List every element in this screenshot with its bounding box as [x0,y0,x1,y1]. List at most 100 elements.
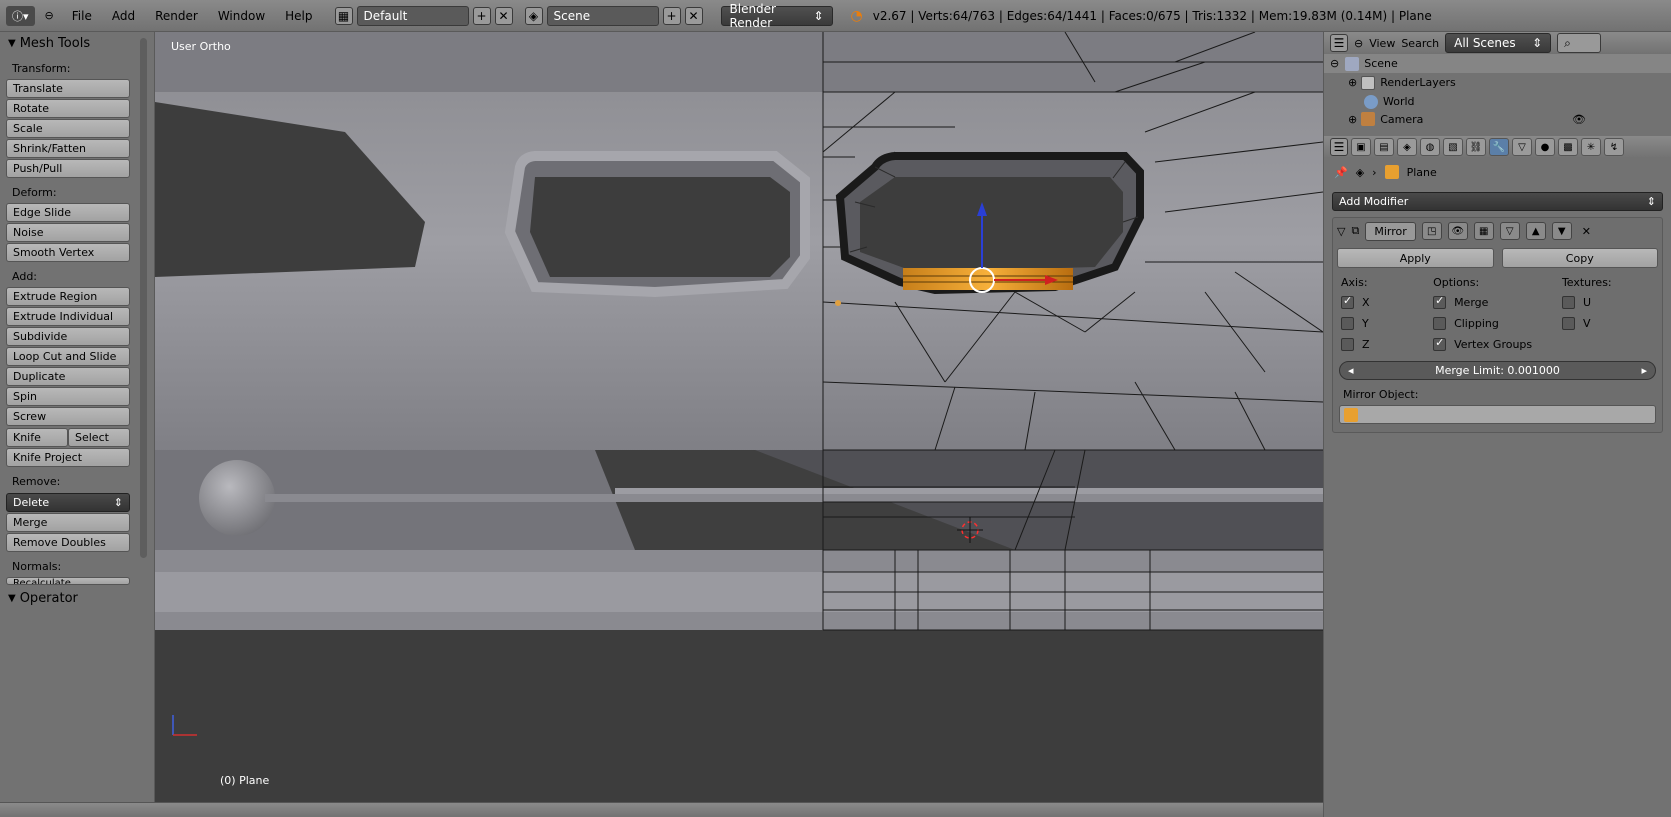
info-editor-icon[interactable]: ⓘ▾ [6,5,35,26]
remove-doubles-button[interactable]: Remove Doubles [6,533,130,552]
menu-add[interactable]: Add [104,9,143,23]
mesh-tools-panel-header[interactable]: ▼ Mesh Tools [0,32,154,54]
outliner-item-renderlayers[interactable]: ⊕ RenderLayers [1324,73,1671,92]
modifiers-tab-icon[interactable]: 🔧 [1489,138,1509,156]
mirror-object-field[interactable] [1339,405,1656,424]
physics-tab-icon[interactable]: ↯ [1604,138,1624,156]
mirror-modifier-panel: ▽ ⧉ Mirror ◳ 👁 ▦ ▽ ▲ ▼ ✕ Apply Copy Axis… [1332,217,1663,433]
merge-checkbox[interactable]: Merge [1433,292,1562,313]
show-editmode-icon[interactable]: ▦ [1473,222,1494,240]
spin-button[interactable]: Spin [6,387,130,406]
outliner-item-world[interactable]: World [1324,92,1671,111]
add-scene-icon[interactable]: + [662,6,681,25]
checkbox-label: Merge [1454,296,1489,309]
add-modifier-dropdown[interactable]: Add Modifier ⇕ [1332,192,1663,211]
extrude-individual-button[interactable]: Extrude Individual [6,307,130,326]
show-on-cage-icon[interactable]: ▽ [1499,222,1520,240]
outliner-editor-type-icon[interactable]: ☰ [1330,34,1348,52]
loop-cut-button[interactable]: Loop Cut and Slide [6,347,130,366]
merge-button[interactable]: Merge [6,513,130,532]
scene-tab-icon[interactable]: ◈ [1397,138,1417,156]
knife-project-button[interactable]: Knife Project [6,448,130,467]
collapse-icon[interactable]: ⊖ [1330,57,1339,70]
delete-dropdown[interactable]: Delete ⇕ [6,493,130,512]
render-tab-icon[interactable]: ▣ [1351,138,1371,156]
material-tab-icon[interactable]: ● [1535,138,1555,156]
show-viewport-icon[interactable]: 👁 [1447,222,1468,240]
vertex-groups-checkbox[interactable]: Vertex Groups [1433,334,1562,355]
recalculate-button[interactable]: Recalculate [6,577,130,585]
3d-viewport[interactable]: User Ortho (0) Plane [155,32,1323,802]
push-pull-button[interactable]: Push/Pull [6,159,130,178]
knife-select-button[interactable]: Select [68,428,130,447]
clipping-checkbox[interactable]: Clipping [1433,313,1562,334]
data-tab-icon[interactable]: ▽ [1512,138,1532,156]
collapse-menu-icon[interactable]: ⊖ [39,6,60,26]
menu-help[interactable]: Help [277,9,320,23]
subdivide-button[interactable]: Subdivide [6,327,130,346]
smooth-vertex-button[interactable]: Smooth Vertex [6,243,130,262]
screw-button[interactable]: Screw [6,407,130,426]
operator-panel-header[interactable]: ▼ Operator [0,587,155,609]
copy-button[interactable]: Copy [1501,248,1658,268]
axis-y-checkbox[interactable]: Y [1341,313,1433,334]
remove-layout-icon[interactable]: ✕ [494,6,513,25]
rotate-button[interactable]: Rotate [6,99,130,118]
texture-u-checkbox[interactable]: U [1561,292,1654,313]
menu-render[interactable]: Render [147,9,206,23]
expand-icon[interactable]: ⊕ [1348,113,1357,126]
scale-button[interactable]: Scale [6,119,130,138]
remove-label: Remove: [12,475,61,488]
toolshelf-scrollbar[interactable] [140,38,147,558]
merge-limit-field[interactable]: ◂ Merge Limit: 0.001000 ▸ [1339,361,1656,380]
scene-browse-icon[interactable]: ◈ [524,6,543,25]
scene-name-field[interactable]: Scene [546,5,659,26]
shrink-fatten-button[interactable]: Shrink/Fatten [6,139,130,158]
render-layers-tab-icon[interactable]: ▤ [1374,138,1394,156]
outliner-collapse-icon[interactable]: ⊖ [1354,37,1363,50]
translate-button[interactable]: Translate [6,79,130,98]
constraints-tab-icon[interactable]: ⛓ [1466,138,1486,156]
outliner-search-menu[interactable]: Search [1401,37,1439,50]
menu-window[interactable]: Window [210,9,273,23]
dropdown-arrow-icon: ⇕ [1532,36,1543,50]
edge-slide-button[interactable]: Edge Slide [6,203,130,222]
checkbox-icon [1341,294,1354,309]
texture-v-checkbox[interactable]: V [1561,313,1654,334]
duplicate-button[interactable]: Duplicate [6,367,130,386]
render-engine-select[interactable]: Blender Render ⇕ [720,2,833,30]
outliner-search-field[interactable]: ⌕ [1557,33,1602,53]
pin-icon[interactable]: 📌 [1334,166,1348,179]
noise-button[interactable]: Noise [6,223,130,242]
add-layout-icon[interactable]: + [472,6,491,25]
visibility-eye-icon[interactable]: 👁 [1572,113,1586,126]
move-up-icon[interactable]: ▲ [1525,222,1546,240]
world-tab-icon[interactable]: ◍ [1420,138,1440,156]
extrude-region-button[interactable]: Extrude Region [6,287,130,306]
knife-button[interactable]: Knife [6,428,68,447]
axis-z-checkbox[interactable]: Z [1341,334,1433,355]
decrement-arrow-icon[interactable]: ◂ [1348,364,1354,377]
outliner-filter-select[interactable]: All Scenes ⇕ [1445,33,1552,53]
apply-button[interactable]: Apply [1337,248,1494,268]
particles-tab-icon[interactable]: ✳ [1581,138,1601,156]
viewport-header[interactable] [0,802,1323,817]
layout-browse-icon[interactable]: ▦ [334,6,353,25]
close-icon[interactable]: ✕ [1582,225,1591,238]
modifier-name-field[interactable]: Mirror [1365,221,1416,241]
menu-file[interactable]: File [64,9,100,23]
collapse-triangle-icon[interactable]: ▽ [1337,225,1345,238]
layout-name-field[interactable]: Default [356,5,469,26]
outliner-view-menu[interactable]: View [1369,37,1395,50]
object-tab-icon[interactable]: ▧ [1443,138,1463,156]
axis-x-checkbox[interactable]: X [1341,292,1433,313]
properties-editor-type-icon[interactable]: ☰ [1330,138,1348,156]
outliner-item-scene[interactable]: ⊖ Scene [1324,54,1671,73]
texture-tab-icon[interactable]: ▩ [1558,138,1578,156]
expand-icon[interactable]: ⊕ [1348,76,1357,89]
move-down-icon[interactable]: ▼ [1551,222,1572,240]
outliner-item-camera[interactable]: ⊕ Camera 👁 [1324,111,1671,127]
show-render-icon[interactable]: ◳ [1421,222,1442,240]
remove-scene-icon[interactable]: ✕ [684,6,703,25]
increment-arrow-icon[interactable]: ▸ [1641,364,1647,377]
